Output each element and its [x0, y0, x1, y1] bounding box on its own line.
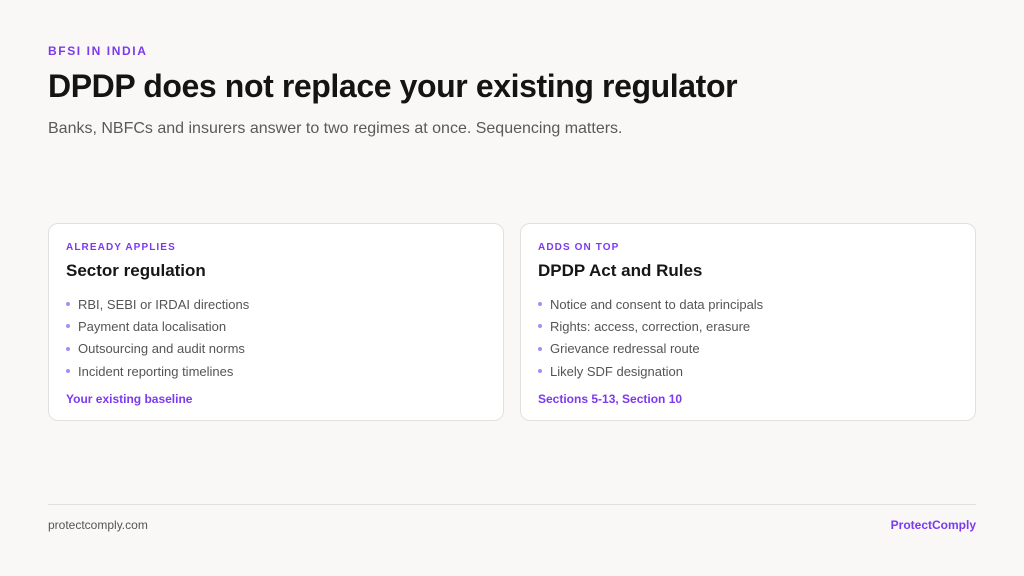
card-title: Sector regulation: [66, 261, 206, 280]
list-item-text: Rights: access, correction, erasure: [550, 318, 751, 334]
bullet-dot-icon: [538, 346, 542, 351]
bullet-dot-icon: [538, 324, 542, 329]
list-item-text: Notice and consent to data principals: [550, 296, 764, 312]
list-item-text: Outsourcing and audit norms: [78, 341, 245, 357]
list-item-text: Incident reporting timelines: [78, 363, 234, 379]
page-subtitle: Banks, NBFCs and insurers answer to two …: [48, 120, 623, 137]
bullet-dot-icon: [66, 324, 70, 329]
bullet-dot-icon: [66, 369, 70, 374]
list-item: Grievance redressal route: [538, 338, 958, 360]
footer-divider: [48, 504, 976, 505]
card-eyebrow: ALREADY APPLIES: [66, 242, 176, 253]
card-footer-note: Your existing baseline: [66, 392, 193, 407]
list-item: Likely SDF designation: [538, 360, 958, 382]
list-item: Notice and consent to data principals: [538, 293, 958, 315]
list-item-text: Payment data localisation: [78, 318, 227, 334]
section-eyebrow: BFSI IN INDIA: [48, 44, 148, 58]
bullet-dot-icon: [66, 346, 70, 351]
list-item: Rights: access, correction, erasure: [538, 315, 958, 337]
list-item: Outsourcing and audit norms: [66, 338, 486, 360]
card-title: DPDP Act and Rules: [538, 261, 703, 280]
bullet-dot-icon: [538, 369, 542, 374]
bullet-dot-icon: [66, 302, 70, 307]
footer-site-url: protectcomply.com: [48, 518, 148, 532]
list-item-text: Grievance redressal route: [550, 341, 700, 357]
card-eyebrow: ADDS ON TOP: [538, 242, 620, 253]
slide: BFSI IN INDIA DPDP does not replace your…: [0, 0, 1024, 576]
bullet-dot-icon: [538, 302, 542, 307]
card-footer-note: Sections 5-13, Section 10: [538, 392, 683, 407]
list-item: Incident reporting timelines: [66, 360, 486, 382]
list-item-text: Likely SDF designation: [550, 363, 683, 379]
card-sector-regulation: ALREADY APPLIES Sector regulation RBI, S…: [48, 223, 504, 421]
list-item: Payment data localisation: [66, 315, 486, 337]
page-title: DPDP does not replace your existing regu…: [48, 68, 738, 104]
list-item-text: RBI, SEBI or IRDAI directions: [78, 296, 250, 312]
comparison-cards: ALREADY APPLIES Sector regulation RBI, S…: [48, 223, 976, 421]
card-dpdp-act: ADDS ON TOP DPDP Act and Rules Notice an…: [520, 223, 976, 421]
card-list: Notice and consent to data principals Ri…: [538, 293, 958, 382]
card-list: RBI, SEBI or IRDAI directions Payment da…: [66, 293, 486, 382]
list-item: RBI, SEBI or IRDAI directions: [66, 293, 486, 315]
footer-brand: ProtectComply: [890, 518, 976, 532]
